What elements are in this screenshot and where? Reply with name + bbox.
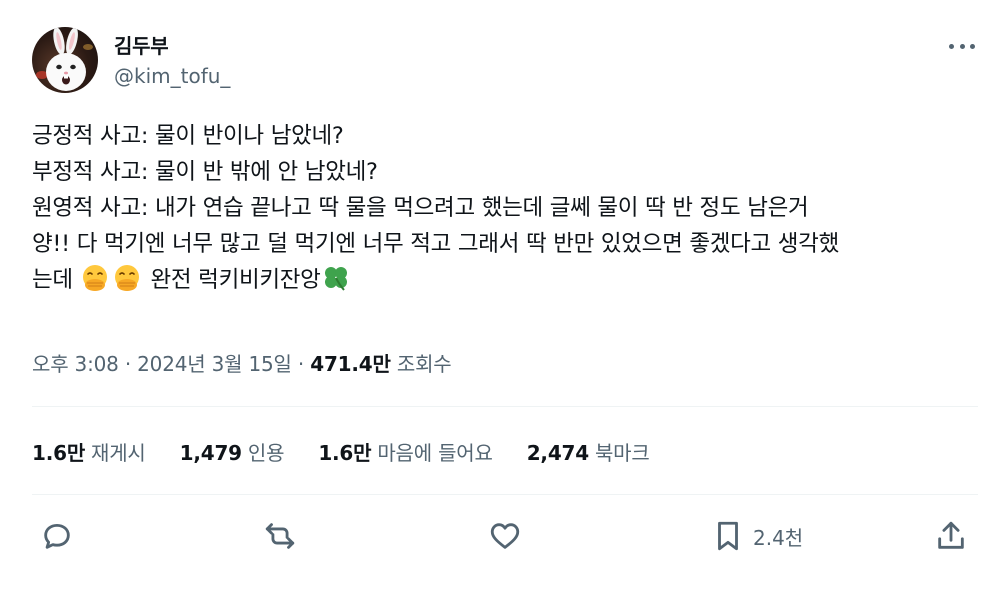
bookmarks-stat[interactable]: 2,474 북마크 [527,437,650,466]
tweet-text: 긍정적 사고: 물이 반이나 남았네? 부정적 사고: 물이 반 밖에 안 남았… [32,118,982,298]
like-button[interactable] [488,518,522,554]
reposts-count: 1.6만 [32,441,86,465]
share-icon [938,521,964,549]
likes-label: 마음에 들어요 [377,441,493,465]
tweet: 김두부 @kim_tofu_ 긍정적 사고: 물이 반이나 남았네? 부정적 사… [0,0,1000,591]
quotes-count: 1,479 [179,441,242,465]
divider [32,494,978,495]
tweet-text-line: 양!! 다 먹기엔 너무 많고 덜 먹기엔 너무 적고 그래서 딱 반만 있었으… [32,231,839,257]
tweet-time[interactable]: 오후 3:08 [32,352,119,376]
avatar[interactable] [32,27,98,93]
bookmark-button[interactable]: 2.4천 [711,518,803,554]
heart-icon [490,523,520,549]
reposts-label: 재게시 [91,441,146,465]
views-count: 471.4만 [310,352,391,376]
face-with-hand-over-mouth-icon [114,265,139,291]
bookmarks-label: 북마크 [594,441,650,465]
more-options-button[interactable] [946,36,978,56]
tweet-text-line: 긍정적 사고: 물이 반이나 남았네? [32,123,344,149]
more-icon [949,43,954,49]
tweet-text-line: 부정적 사고: 물이 반 밖에 안 남았네? [32,159,378,185]
bookmarks-count: 2,474 [526,441,589,465]
tweet-text-line-last: 는데 완전 럭키비키잔앙 [32,262,982,298]
engagement-stats: 1.6만 재게시 1,479 인용 1.6만 마음에 들어요 2,474 북마크 [32,437,684,466]
divider [32,406,978,407]
more-icon-dot [959,43,965,49]
bookmark-icon [718,521,738,551]
repost-button[interactable] [263,518,297,554]
share-button[interactable] [934,518,968,554]
user-handle[interactable]: @kim_tofu_ [114,64,230,88]
quotes-label: 인용 [247,441,285,465]
likes-stat[interactable]: 1.6만 마음에 들어요 [318,437,493,466]
quotes-stat[interactable]: 1,479 인용 [180,437,285,466]
meta-separator: · [291,352,311,376]
reposts-stat[interactable]: 1.6만 재게시 [32,437,146,466]
meta-separator: · [118,352,138,376]
tweet-date[interactable]: 2024년 3월 15일 [137,352,292,376]
reply-icon [44,523,70,549]
display-name[interactable]: 김두부 [114,30,169,59]
tweet-text-suffix: 완전 럭키비키잔앙 [143,267,321,293]
repost-icon [265,523,295,549]
reply-button[interactable] [40,518,74,554]
likes-count: 1.6만 [318,441,372,465]
more-icon-dot [970,43,975,49]
four-leaf-clover-icon [324,267,347,291]
tweet-text-prefix: 는데 [32,267,73,293]
tweet-text-line: 원영적 사고: 내가 연습 끝나고 딱 물을 먹으려고 했는데 글쎄 물이 딱 … [32,195,809,221]
views-label: 조회수 [396,352,452,376]
bookmark-count: 2.4천 [753,525,804,550]
face-with-hand-over-mouth-icon [82,265,107,291]
tweet-meta: 오후 3:08 · 2024년 3월 15일 · 471.4만 조회수 [32,348,452,377]
